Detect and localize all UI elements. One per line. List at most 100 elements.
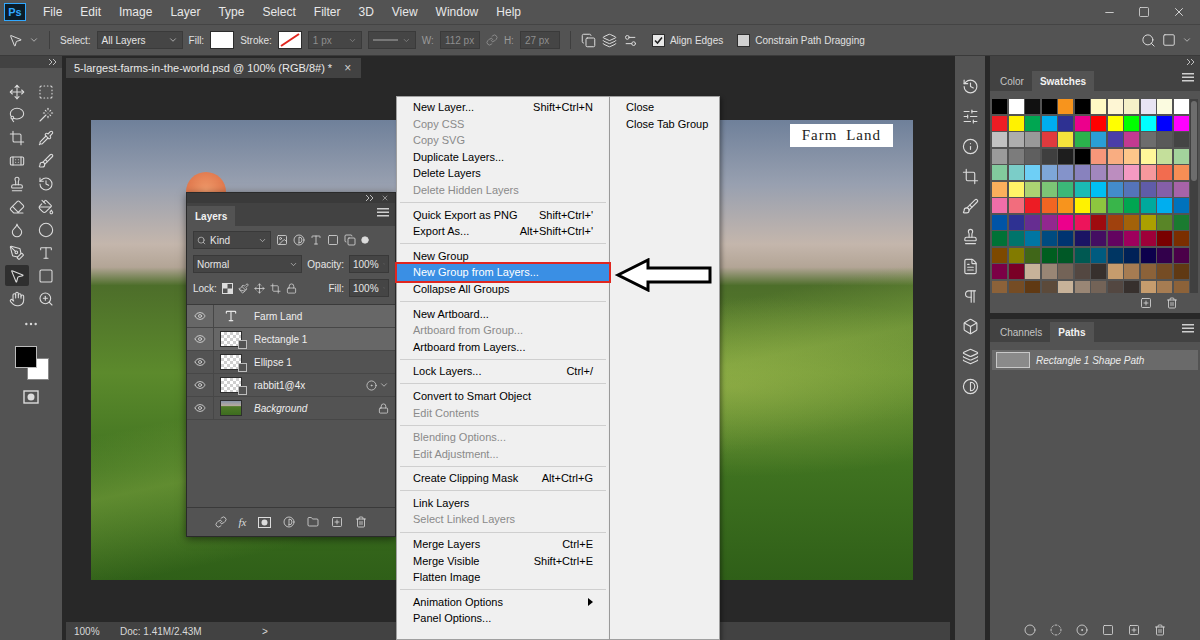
tool-button[interactable] — [5, 242, 29, 263]
path-row[interactable]: Rectangle 1 Shape Path — [992, 350, 1198, 370]
swatch[interactable] — [1174, 264, 1189, 279]
swatch[interactable] — [1091, 281, 1106, 294]
swatch[interactable] — [1141, 182, 1156, 197]
swatch[interactable] — [992, 99, 1007, 114]
swatch[interactable] — [1157, 99, 1172, 114]
swatch[interactable] — [1009, 281, 1024, 294]
scrollbar[interactable] — [1190, 99, 1198, 293]
swatch[interactable] — [992, 264, 1007, 279]
swatch[interactable] — [1091, 132, 1106, 147]
collapse-icon[interactable] — [365, 195, 375, 201]
panel-tab[interactable]: Channels — [992, 322, 1050, 342]
tool-preset-icon[interactable] — [8, 33, 23, 48]
menu-item[interactable]: Type — [209, 5, 253, 19]
swatch[interactable] — [1009, 149, 1024, 164]
more-tools-icon[interactable] — [23, 316, 39, 332]
swatch[interactable] — [1124, 215, 1139, 230]
swatch[interactable] — [1042, 281, 1057, 294]
swatch[interactable] — [1025, 264, 1040, 279]
swatch[interactable] — [1075, 116, 1090, 131]
swatch[interactable] — [1091, 149, 1106, 164]
menu-item[interactable]: Merge LayersCtrl+E — [397, 536, 609, 553]
swatch[interactable] — [1009, 264, 1024, 279]
swatch[interactable] — [1124, 165, 1139, 180]
swatch[interactable] — [1058, 248, 1073, 263]
shape-filter-icon[interactable] — [327, 234, 339, 246]
swatch[interactable] — [1157, 215, 1172, 230]
tool-button[interactable] — [34, 173, 58, 194]
tab-close[interactable]: × — [344, 61, 351, 75]
scroll-thumb[interactable] — [1191, 101, 1197, 181]
layer-row[interactable]: Background — [187, 397, 395, 420]
lock-artboard-icon[interactable] — [270, 283, 281, 294]
menu-item[interactable]: Lock Layers...Ctrl+/ — [397, 363, 609, 380]
fill-swatch[interactable] — [210, 31, 234, 49]
menu-item[interactable]: Close Tab Group — [610, 116, 719, 133]
history-icon[interactable] — [962, 78, 979, 95]
menu-item[interactable]: Layer — [161, 5, 209, 19]
swatch[interactable] — [1075, 182, 1090, 197]
swatch[interactable] — [1157, 132, 1172, 147]
menu-item[interactable]: File — [34, 5, 71, 19]
expand-icon[interactable] — [48, 59, 58, 65]
path-operations-icon[interactable] — [581, 33, 596, 48]
swatch[interactable] — [1174, 116, 1189, 131]
swatch[interactable] — [1108, 264, 1123, 279]
swatch[interactable] — [1075, 132, 1090, 147]
menu-item[interactable]: Convert to Smart Object — [397, 388, 609, 405]
swatch[interactable] — [1124, 264, 1139, 279]
swatch[interactable] — [1141, 231, 1156, 246]
select-dropdown[interactable]: All Layers — [97, 31, 183, 49]
stroke-width-field[interactable]: 1 px — [308, 31, 362, 49]
swatch[interactable] — [1091, 165, 1106, 180]
swatch[interactable] — [1174, 248, 1189, 263]
visibility-toggle[interactable] — [187, 397, 214, 419]
visibility-toggle[interactable] — [187, 351, 214, 373]
swatch[interactable] — [1124, 281, 1139, 294]
tool-button[interactable] — [34, 127, 58, 148]
swatch[interactable] — [1042, 165, 1057, 180]
panel-tab[interactable]: Color — [992, 71, 1032, 91]
dropdown-icon[interactable] — [29, 35, 39, 45]
swatch[interactable] — [1058, 264, 1073, 279]
tool-button[interactable] — [34, 150, 58, 171]
swatch[interactable] — [1108, 165, 1123, 180]
swatch[interactable] — [1108, 99, 1123, 114]
filter-dropdown[interactable]: Kind — [193, 231, 271, 249]
menu-item[interactable]: View — [383, 5, 427, 19]
swatch[interactable] — [1157, 165, 1172, 180]
swatch[interactable] — [992, 198, 1007, 213]
swatch[interactable] — [1058, 99, 1073, 114]
make-path-icon[interactable] — [1102, 624, 1114, 636]
tool-button[interactable] — [5, 104, 29, 125]
swatch[interactable] — [1075, 198, 1090, 213]
minimize-icon[interactable] — [1103, 6, 1116, 19]
swatch[interactable] — [992, 215, 1007, 230]
swatch[interactable] — [1174, 281, 1189, 294]
menu-item[interactable]: Delete Layers — [397, 165, 609, 182]
swatch[interactable] — [1058, 116, 1073, 131]
menu-item[interactable]: Image — [110, 5, 161, 19]
swatch[interactable] — [1042, 264, 1057, 279]
swatch[interactable] — [1108, 215, 1123, 230]
lock-position-icon[interactable] — [254, 283, 265, 294]
tool-button[interactable] — [5, 150, 29, 171]
swatch[interactable] — [1009, 231, 1024, 246]
swatch[interactable] — [1042, 132, 1057, 147]
swatch[interactable] — [1108, 198, 1123, 213]
swatch[interactable] — [992, 281, 1007, 294]
swatch[interactable] — [1075, 99, 1090, 114]
workspace-icon[interactable] — [1162, 33, 1176, 47]
checkbox[interactable] — [652, 34, 665, 47]
swatch[interactable] — [992, 182, 1007, 197]
panel-tab[interactable]: Swatches — [1032, 71, 1094, 91]
tool-button[interactable] — [5, 219, 29, 240]
tool-button[interactable] — [5, 173, 29, 194]
menu-item[interactable]: Create Clipping MaskAlt+Ctrl+G — [397, 470, 609, 487]
layer-row[interactable]: Farm Land — [187, 305, 395, 328]
document-tab[interactable]: 5-largest-farms-in-the-world.psd @ 100% … — [66, 58, 361, 78]
stroke-type-dropdown[interactable] — [368, 31, 416, 49]
menu-item[interactable]: Window — [427, 5, 488, 19]
blend-mode-dropdown[interactable]: Normal — [193, 255, 302, 273]
adjustments-icon[interactable] — [962, 378, 979, 395]
